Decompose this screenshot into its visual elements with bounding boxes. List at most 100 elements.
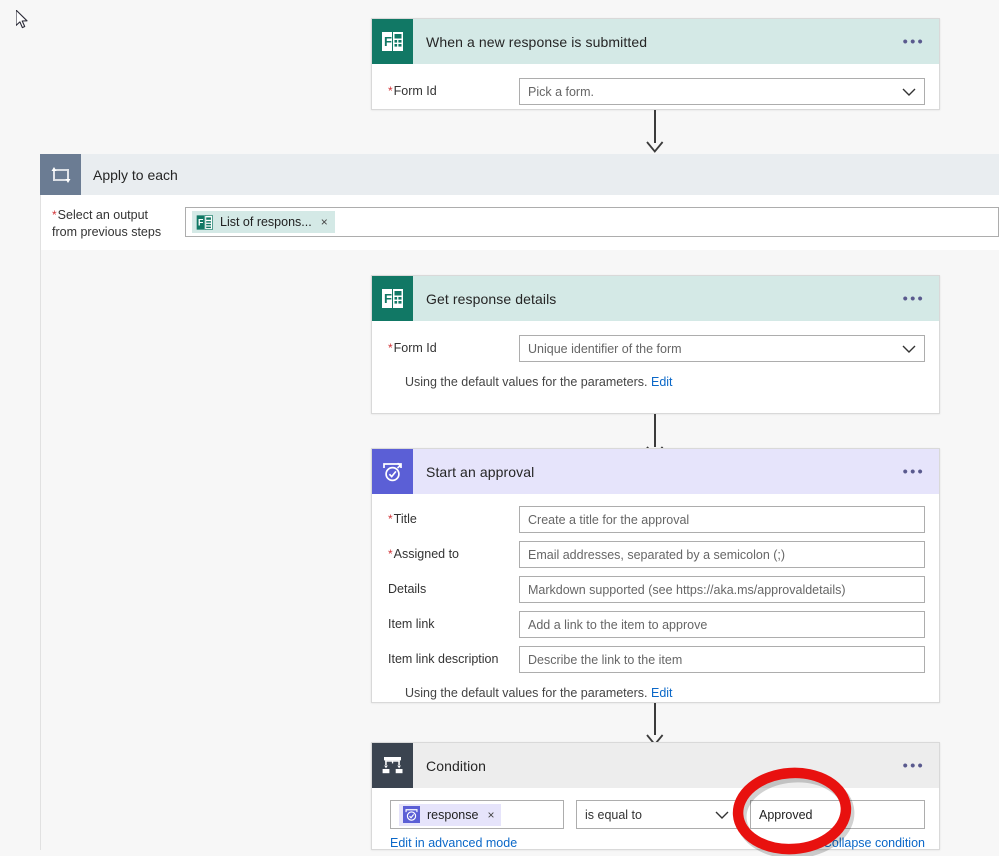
required-marker: * (388, 546, 393, 561)
trigger-card-menu-button[interactable]: ••• (903, 34, 925, 49)
condition-row: response × is equal to Approved (388, 800, 925, 829)
condition-card-header: Condition ••• (372, 743, 939, 788)
get-response-default-note: Using the default values for the paramet… (388, 375, 925, 389)
condition-card-menu-button[interactable]: ••• (903, 758, 925, 773)
form-id-input[interactable]: Pick a form. (519, 78, 925, 105)
approval-icon (403, 806, 420, 823)
list-of-responses-token-label: List of respons... (220, 215, 312, 229)
get-response-details-header: F Get response details ••• (372, 276, 939, 321)
trigger-card-header: F When a new response is submitted ••• (372, 19, 939, 64)
form-id-placeholder: Unique identifier of the form (528, 341, 682, 356)
start-an-approval-menu-button[interactable]: ••• (903, 464, 925, 479)
start-an-approval-card[interactable]: Start an approval ••• *Title Create a ti… (371, 448, 940, 703)
condition-links: Edit in advanced mode Collapse condition (388, 836, 925, 850)
condition-operator-value: is equal to (585, 807, 642, 822)
start-an-approval-title: Start an approval (426, 463, 535, 480)
svg-text:F: F (384, 34, 392, 49)
condition-icon (372, 743, 413, 788)
arrow-cursor (16, 10, 28, 29)
microsoft-forms-icon: F (372, 19, 413, 64)
details-field-row: Details Markdown supported (see https://… (388, 576, 925, 603)
connector-trigger-to-scope (641, 110, 669, 154)
condition-left-operand[interactable]: response × (390, 800, 564, 829)
get-response-details-menu-button[interactable]: ••• (903, 291, 925, 306)
get-response-details-title: Get response details (426, 290, 557, 307)
svg-text:F: F (384, 291, 392, 306)
edit-advanced-mode-link[interactable]: Edit in advanced mode (390, 836, 517, 850)
list-of-responses-token[interactable]: F List of respons... × (192, 211, 335, 233)
required-marker: * (388, 511, 393, 526)
condition-value-input[interactable]: Approved (750, 800, 925, 829)
approval-icon (372, 449, 413, 494)
item-link-input[interactable]: Add a link to the item to approve (519, 611, 925, 638)
connector-approval-to-condition (641, 703, 669, 747)
trigger-card-title: When a new response is submitted (426, 33, 648, 50)
approval-title-input[interactable]: Create a title for the approval (519, 506, 925, 533)
apply-to-each-title: Apply to each (93, 166, 178, 183)
approval-title-label: *Title (388, 512, 519, 528)
required-marker: * (388, 83, 393, 98)
chevron-down-icon[interactable] (902, 87, 916, 96)
assigned-to-placeholder: Email addresses, separated by a semicolo… (528, 547, 786, 562)
condition-operator-select[interactable]: is equal to (576, 800, 738, 829)
item-link-field-row: Item link Add a link to the item to appr… (388, 611, 925, 638)
form-id-input[interactable]: Unique identifier of the form (519, 335, 925, 362)
required-marker: * (52, 208, 57, 222)
edit-parameters-link[interactable]: Edit (651, 375, 673, 389)
response-token[interactable]: response × (399, 803, 502, 826)
assigned-to-field-row: *Assigned to Email addresses, separated … (388, 541, 925, 568)
microsoft-forms-icon: F (196, 214, 213, 231)
response-token-label: response (427, 807, 479, 822)
select-output-label-line1: Select an output (57, 208, 149, 222)
remove-token-icon[interactable]: × (321, 215, 328, 229)
form-id-label-text: Form Id (393, 340, 437, 355)
default-note-text: Using the default values for the paramet… (405, 375, 648, 389)
collapse-condition-link[interactable]: Collapse condition (823, 836, 925, 850)
item-link-placeholder: Add a link to the item to approve (528, 617, 708, 632)
condition-value-text: Approved (759, 807, 813, 822)
get-response-details-body: *Form Id Unique identifier of the form U… (372, 321, 939, 403)
select-output-input[interactable]: F List of respons... × (185, 207, 999, 237)
form-id-field-row: *Form Id Pick a form. (388, 78, 925, 105)
form-id-placeholder: Pick a form. (528, 84, 594, 99)
apply-to-each-header: Apply to each (40, 154, 999, 195)
approval-title-label-text: Title (393, 511, 417, 526)
select-output-label-line2: from previous steps (52, 224, 162, 239)
condition-card-body: response × is equal to Approved Edit in … (372, 788, 939, 850)
item-link-description-label: Item link description (388, 651, 499, 666)
form-id-label: *Form Id (388, 341, 519, 357)
trigger-card[interactable]: F When a new response is submitted ••• *… (371, 18, 940, 110)
required-marker: * (388, 340, 393, 355)
form-id-label: *Form Id (388, 84, 519, 100)
start-an-approval-body: *Title Create a title for the approval *… (372, 494, 939, 714)
assigned-to-input[interactable]: Email addresses, separated by a semicolo… (519, 541, 925, 568)
item-link-label: Item link (388, 616, 435, 631)
details-label: Details (388, 581, 427, 596)
remove-token-icon[interactable]: × (487, 808, 494, 822)
select-output-label: *Select an output from previous steps (52, 207, 185, 240)
item-link-description-input[interactable]: Describe the link to the item (519, 646, 925, 673)
approval-default-note: Using the default values for the paramet… (388, 686, 925, 700)
approval-title-placeholder: Create a title for the approval (528, 512, 690, 527)
default-note-text: Using the default values for the paramet… (405, 686, 648, 700)
loop-icon (40, 154, 81, 195)
get-response-details-card[interactable]: F Get response details ••• *Form Id Uniq… (371, 275, 940, 414)
form-id-field-row: *Form Id Unique identifier of the form (388, 335, 925, 362)
chevron-down-icon[interactable] (902, 344, 916, 353)
condition-card[interactable]: Condition ••• response × is equal to App… (371, 742, 940, 850)
scope-left-rail (40, 195, 41, 850)
item-link-description-placeholder: Describe the link to the item (528, 652, 683, 667)
edit-parameters-link[interactable]: Edit (651, 686, 673, 700)
details-input[interactable]: Markdown supported (see https://aka.ms/a… (519, 576, 925, 603)
item-link-description-field-row: Item link description Describe the link … (388, 646, 925, 673)
start-an-approval-header: Start an approval ••• (372, 449, 939, 494)
svg-text:F: F (198, 217, 204, 227)
approval-title-field-row: *Title Create a title for the approval (388, 506, 925, 533)
microsoft-forms-icon: F (372, 276, 413, 321)
assigned-to-label-text: Assigned to (393, 546, 459, 561)
chevron-down-icon[interactable] (715, 810, 729, 819)
apply-to-each-body: *Select an output from previous steps F (40, 195, 999, 250)
condition-card-title: Condition (426, 757, 487, 774)
details-placeholder: Markdown supported (see https://aka.ms/a… (528, 582, 846, 597)
assigned-to-label: *Assigned to (388, 547, 519, 563)
